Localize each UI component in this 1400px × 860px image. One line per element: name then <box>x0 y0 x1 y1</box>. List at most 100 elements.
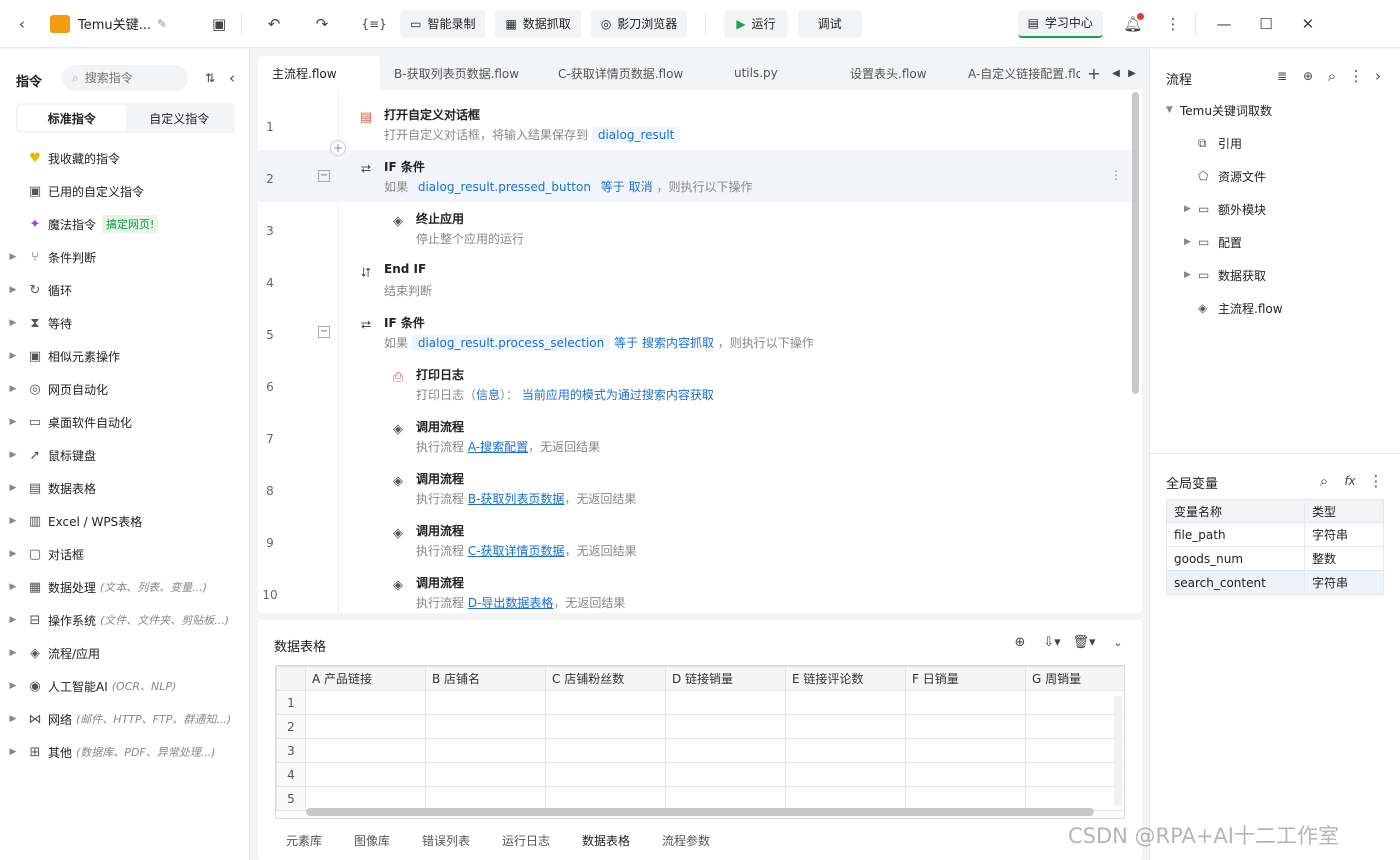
category-item[interactable]: ▶ ⊞ 其他 (数据库、PDF、异常处理...) <box>0 741 216 763</box>
variable-braces-icon[interactable]: {≡} <box>360 10 388 38</box>
grid-cell[interactable] <box>785 690 906 715</box>
flow-step-7[interactable]: 7 ◈ 调用流程 执行流程 A-搜索配置，无返回结果 <box>258 410 1134 462</box>
category-item[interactable]: ▶ ⊟ 操作系统 (文件、文件夹、剪贴板...) <box>0 609 230 631</box>
category-item[interactable]: ▶ ⧗ 等待 <box>0 312 72 334</box>
redo-icon[interactable]: ↷ <box>308 10 336 38</box>
used-custom-item[interactable]: ▣ 已用的自定义指令 <box>0 180 144 202</box>
category-item[interactable]: ▶ ◎ 网页自动化 <box>0 378 108 400</box>
category-item[interactable]: ▶ ➚ 鼠标键盘 <box>0 444 96 466</box>
grid-cell[interactable] <box>305 714 426 739</box>
data-capture-button[interactable]: ▦ 数据抓取 <box>495 9 581 38</box>
close-icon[interactable]: ✕ <box>1294 10 1322 38</box>
more-icon[interactable]: ⋮ <box>1362 467 1390 495</box>
fx-icon[interactable]: fx <box>1336 467 1364 495</box>
flow-step-10[interactable]: 10 ◈ 调用流程 执行流程 D-导出数据表格，无返回结果 <box>258 566 1134 613</box>
collapse-icon[interactable]: ‹ <box>218 64 246 92</box>
bottom-tab[interactable]: 流程参数 <box>662 832 710 849</box>
bottom-tab[interactable]: 运行日志 <box>502 832 550 849</box>
grid-cell[interactable] <box>785 762 906 787</box>
var-row[interactable]: search_content 字符串 <box>1167 570 1383 595</box>
flow-link[interactable]: D-导出数据表格 <box>468 596 554 610</box>
grid-column-header[interactable]: A 产品链接 <box>305 666 426 691</box>
flow-step-1[interactable]: 1 ▤ 打开自定义对话框 打开自定义对话框，将输入结果保存到 dialog_re… <box>258 98 1134 150</box>
grid-cell[interactable] <box>425 762 546 787</box>
grid-column-header[interactable]: E 链接评论数 <box>785 666 906 691</box>
search-var-icon[interactable]: ⌕ <box>1310 467 1338 495</box>
collapse-panel-icon[interactable]: ⌄ <box>1104 628 1132 656</box>
grid-hscroll[interactable] <box>306 808 1094 816</box>
collapse-toggle[interactable]: − <box>318 170 330 182</box>
flow-step-2[interactable]: 2 − ⮂ IF 条件 如果 dialog_result.pressed_but… <box>258 150 1134 202</box>
grid-cell[interactable] <box>305 786 426 811</box>
grid-cell[interactable] <box>785 714 906 739</box>
flow-step-6[interactable]: 6 ⎙ 打印日志 打印日志（信息）： 当前应用的模式为通过搜索内容获取 <box>258 358 1134 410</box>
grid-column-header[interactable]: B 店铺名 <box>425 666 546 691</box>
grid-cell[interactable] <box>425 738 546 763</box>
insert-step-button[interactable]: + <box>330 140 346 156</box>
grid-cell[interactable] <box>1025 690 1124 715</box>
grid-cell[interactable] <box>305 738 426 763</box>
back-icon[interactable]: ‹ <box>8 10 36 38</box>
instruction-search[interactable]: ⌕ <box>62 65 188 91</box>
debug-button[interactable]: 调试 <box>797 9 862 38</box>
var-row[interactable]: goods_num 整数 <box>1167 546 1383 571</box>
run-button[interactable]: ▶ 运行 <box>724 9 788 38</box>
tree-root[interactable]: ▼ Temu关键词取数 <box>1166 99 1272 121</box>
grid-cell[interactable] <box>545 786 666 811</box>
grid-cell[interactable] <box>545 714 666 739</box>
grid-cell[interactable] <box>785 738 906 763</box>
grid-cell[interactable] <box>665 786 786 811</box>
category-item[interactable]: ▶ ▤ 数据表格 <box>0 477 96 499</box>
bottom-tab[interactable]: 图像库 <box>354 832 390 849</box>
file-tab[interactable]: A-自定义链接配置.flo <box>954 56 1080 90</box>
add-flow-icon[interactable]: ≣ <box>1268 62 1296 90</box>
grid-cell[interactable] <box>1025 738 1124 763</box>
flow-step-9[interactable]: 9 ◈ 调用流程 执行流程 C-获取详情页数据，无返回结果 <box>258 514 1134 566</box>
bottom-tab[interactable]: 数据表格 <box>582 832 630 849</box>
more-icon[interactable]: ⋮ <box>1159 10 1187 38</box>
variable-chip[interactable]: dialog_result <box>591 127 681 143</box>
category-item[interactable]: ▶ ▢ 对话框 <box>0 543 84 565</box>
grid-column-header[interactable]: F 日销量 <box>905 666 1026 691</box>
grid-cell[interactable] <box>905 714 1026 739</box>
category-item[interactable]: ▶ ▣ 相似元素操作 <box>0 345 120 367</box>
learn-center-button[interactable]: ▤ 学习中心 <box>1017 9 1103 38</box>
bottom-tab[interactable]: 元素库 <box>286 832 322 849</box>
variable-chip[interactable]: dialog_result.process_selection <box>411 335 611 351</box>
category-item[interactable]: ▶ ▦ 数据处理 (文本、列表、变量...) <box>0 576 208 598</box>
grid-cell[interactable] <box>665 762 786 787</box>
var-row[interactable]: file_path 字符串 <box>1167 522 1383 547</box>
grid-cell[interactable] <box>905 738 1026 763</box>
grid-column-header[interactable]: D 链接销量 <box>665 666 786 691</box>
step-more-icon[interactable]: ⋮ <box>1110 168 1122 182</box>
import-icon[interactable]: ⇩▾ <box>1038 628 1066 656</box>
flow-link[interactable]: A-搜索配置 <box>468 440 528 454</box>
grid-cell[interactable] <box>905 762 1026 787</box>
category-item[interactable]: ▶ ◉ 人工智能AI (OCR、NLP) <box>0 675 177 697</box>
grid-cell[interactable] <box>665 690 786 715</box>
tab-custom[interactable]: 自定义指令 <box>126 105 234 131</box>
scroll-right-icon[interactable]: ▶ <box>1118 59 1146 87</box>
grid-cell[interactable] <box>905 786 1026 811</box>
file-tab[interactable]: C-获取详情页数据.flow <box>544 56 720 90</box>
bottom-tab[interactable]: 错误列表 <box>422 832 470 849</box>
file-tab[interactable]: B-获取列表页数据.flow <box>380 56 544 90</box>
save-icon[interactable]: ▣ <box>205 10 233 38</box>
flow-step-8[interactable]: 8 ◈ 调用流程 执行流程 B-获取列表页数据，无返回结果 <box>258 462 1134 514</box>
tree-item[interactable]: ⬠ 资源文件 <box>1184 165 1266 187</box>
tree-item[interactable]: ▶ ▭ 数据获取 <box>1184 264 1266 286</box>
file-tab[interactable]: 主流程.flow <box>258 56 380 90</box>
tree-item[interactable]: ▶ ▭ 配置 <box>1184 231 1242 253</box>
grid-cell[interactable] <box>425 714 546 739</box>
search-input[interactable] <box>84 71 171 85</box>
grid-cell[interactable] <box>905 690 1026 715</box>
category-item[interactable]: ▶ ◈ 流程/应用 <box>0 642 101 664</box>
grid-cell[interactable] <box>785 786 906 811</box>
grid-cell[interactable] <box>425 690 546 715</box>
grid-column-header[interactable]: G 周销量 <box>1025 666 1124 691</box>
minimize-icon[interactable]: — <box>1210 10 1238 38</box>
grid-cell[interactable] <box>1025 786 1124 811</box>
magic-item[interactable]: ✦ 魔法指令 搞定网页! <box>0 213 159 235</box>
maximize-icon[interactable]: ☐ <box>1252 10 1280 38</box>
category-item[interactable]: ▶ ↻ 循环 <box>0 279 72 301</box>
